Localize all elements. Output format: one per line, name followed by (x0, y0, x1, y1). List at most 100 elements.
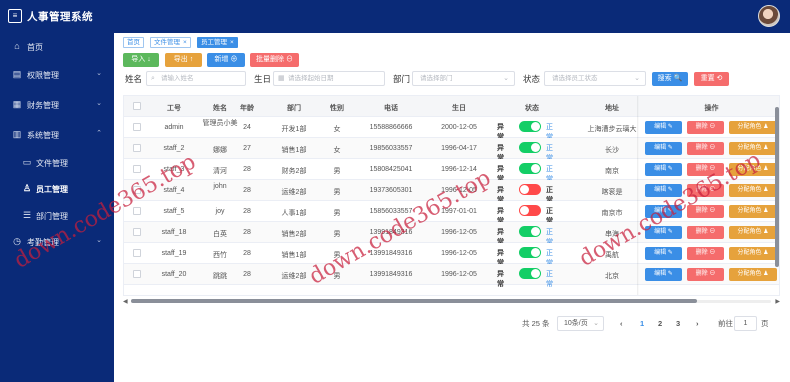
assign-role-button[interactable]: 分配角色 ♟ (729, 205, 777, 218)
cell-address: 串海 (605, 231, 619, 238)
add-button[interactable]: 新增 ⊕ (207, 53, 245, 67)
name-input[interactable]: ⌕ 请输入姓名 (146, 71, 246, 86)
status-toggle[interactable] (519, 226, 541, 237)
app-logo-icon: ≡ (8, 9, 22, 23)
export-button[interactable]: 导出 ↑ (165, 53, 202, 67)
delete-button[interactable]: 删除 ⊖ (687, 247, 724, 260)
cell-birthday: 1996-12-05 (441, 229, 477, 236)
chevron-down-icon: ⌄ (634, 75, 640, 82)
table-row[interactable]: admin 管理员小美 24 开发1部 女 15588866666 2000-12-05 上海… (124, 117, 779, 141)
assign-role-button[interactable]: 分配角色 ♟ (729, 247, 777, 260)
delete-button[interactable]: 删除 ⊖ (687, 268, 724, 281)
scroll-left-arrow-icon[interactable]: ◀ (123, 298, 128, 305)
edit-button[interactable]: 编辑 ✎ (645, 268, 682, 281)
delete-button[interactable]: 删除 ⊖ (687, 205, 724, 218)
sidebar-item-attendance[interactable]: ◷ 考勤管理 ⌄ (0, 232, 114, 252)
select-all-checkbox[interactable] (133, 102, 141, 110)
sidebar-item-permissions[interactable]: ▤ 权限管理 ⌄ (0, 65, 114, 85)
edit-button[interactable]: 编辑 ✎ (645, 247, 682, 260)
delete-button[interactable]: 删除 ⊖ (687, 226, 724, 239)
sidebar-item-employees[interactable]: ♙ 员工管理 (0, 179, 114, 199)
chevron-up-icon: ⌃ (96, 130, 102, 137)
sidebar-item-home[interactable]: ⌂ 首页 (0, 37, 114, 57)
birthday-date-picker[interactable]: ▦ 请选择起始日期 (273, 71, 385, 86)
sidebar-item-system[interactable]: ▥ 系统管理 ⌃ (0, 125, 114, 145)
row-checkbox[interactable] (133, 123, 141, 131)
close-icon[interactable]: × (230, 39, 234, 46)
cell-phone: 15856033557 (369, 208, 413, 215)
dept-select[interactable]: 请选择部门 ⌄ (412, 71, 515, 86)
delete-button[interactable]: 删除 ⊖ (687, 142, 724, 155)
edit-button[interactable]: 编辑 ✎ (645, 184, 682, 197)
status-toggle[interactable] (519, 205, 541, 216)
tab-label: 首页 (127, 39, 140, 46)
row-checkbox[interactable] (133, 165, 141, 173)
sidebar-item-files[interactable]: ▭ 文件管理 (0, 153, 114, 173)
delete-button[interactable]: 删除 ⊖ (687, 121, 724, 134)
scrollbar-thumb[interactable] (131, 299, 697, 303)
main-content: 首页 文件管理 × 员工管理 × 导入 ↓ 导出 ↑ 新增 ⊕ 批量删除 ⊖ 姓名 … (114, 33, 790, 382)
cell-age: 28 (243, 271, 251, 278)
header-phone: 电话 (384, 105, 398, 112)
table-row[interactable]: staff_20 跳跳 28 运维2部 男 13991849316 1996-12-05 北京… (124, 264, 779, 288)
delete-button[interactable]: 删除 ⊖ (687, 163, 724, 176)
assign-role-button[interactable]: 分配角色 ♟ (729, 184, 777, 197)
edit-button[interactable]: 编辑 ✎ (645, 163, 682, 176)
page-3-button[interactable]: 3 (676, 319, 680, 328)
edit-button[interactable]: 编辑 ✎ (645, 142, 682, 155)
person-icon: ♙ (22, 183, 32, 193)
scroll-right-arrow-icon[interactable]: ▶ (775, 298, 780, 305)
row-checkbox[interactable] (133, 249, 141, 257)
status-toggle[interactable] (519, 163, 541, 174)
edit-button[interactable]: 编辑 ✎ (645, 205, 682, 218)
table-row[interactable]: staff_4 john 28 运维2部 男 19373605301 1996-12-05 喀… (124, 180, 779, 204)
page-2-button[interactable]: 2 (658, 319, 662, 328)
row-checkbox[interactable] (133, 207, 141, 215)
status-select[interactable]: 请选择员工状态 ⌄ (544, 71, 646, 86)
status-toggle[interactable] (519, 268, 541, 279)
vertical-scrollbar[interactable] (774, 95, 780, 296)
page-1-button[interactable]: 1 (640, 319, 644, 328)
row-checkbox[interactable] (133, 186, 141, 194)
row-checkbox[interactable] (133, 228, 141, 236)
assign-role-button[interactable]: 分配角色 ♟ (729, 268, 777, 281)
sidebar-item-finance[interactable]: ▦ 财务管理 ⌄ (0, 95, 114, 115)
page-size-select[interactable]: 10条/页 ⌄ (557, 316, 604, 331)
scrollbar-thumb[interactable] (775, 107, 779, 267)
assign-role-button[interactable]: 分配角色 ♟ (729, 142, 777, 155)
table-row[interactable]: staff_3 清河 28 财务2部男 15808425041 1996-12-14 南京异… (124, 159, 779, 183)
reset-button[interactable]: 重置 ⟲ (694, 72, 729, 86)
calendar-icon: ▦ (278, 75, 285, 82)
tab-employees[interactable]: 员工管理 × (197, 37, 238, 48)
batch-delete-button[interactable]: 批量删除 ⊖ (250, 53, 299, 67)
import-button[interactable]: 导入 ↓ (123, 53, 159, 67)
table-row[interactable]: staff_18 白英 28 销售2部 男 13991849316 1996-12-05 串海… (124, 222, 779, 246)
user-avatar[interactable] (758, 5, 780, 27)
prev-page-button[interactable]: ‹ (620, 319, 623, 328)
edit-button[interactable]: 编辑 ✎ (645, 226, 682, 239)
status-toggle[interactable] (519, 121, 541, 132)
cell-gender: 男 (333, 210, 341, 217)
table-row[interactable]: staff_5 joy 28 人事1部 男 15856033557 1997-01-01 南京… (124, 201, 779, 225)
table-row[interactable]: staff_2 娜娜 27 销售1部女 19856033557 1996-04-17 长沙异… (124, 138, 779, 162)
table-row[interactable]: staff_19 西竹 28 销售1部 男 13991849316 1996-12-05 禹航… (124, 243, 779, 267)
cell-dept: 销售2部 (281, 231, 307, 238)
status-toggle[interactable] (519, 142, 541, 153)
close-icon[interactable]: × (183, 39, 187, 46)
sidebar-item-departments[interactable]: ☰ 部门管理 (0, 206, 114, 226)
row-checkbox[interactable] (133, 270, 141, 278)
next-page-button[interactable]: › (696, 319, 699, 328)
delete-button[interactable]: 删除 ⊖ (687, 184, 724, 197)
assign-role-button[interactable]: 分配角色 ♟ (729, 163, 777, 176)
assign-role-button[interactable]: 分配角色 ♟ (729, 121, 777, 134)
tab-files[interactable]: 文件管理 × (150, 37, 191, 48)
edit-button[interactable]: 编辑 ✎ (645, 121, 682, 134)
goto-page-input[interactable]: 1 (734, 316, 757, 331)
status-toggle[interactable] (519, 247, 541, 258)
tab-home[interactable]: 首页 (123, 37, 144, 48)
horizontal-scrollbar[interactable]: ◀ ▶ (123, 298, 780, 305)
row-checkbox[interactable] (133, 144, 141, 152)
status-toggle[interactable] (519, 184, 541, 195)
search-button[interactable]: 搜索 🔍 (652, 72, 688, 86)
assign-role-button[interactable]: 分配角色 ♟ (729, 226, 777, 239)
